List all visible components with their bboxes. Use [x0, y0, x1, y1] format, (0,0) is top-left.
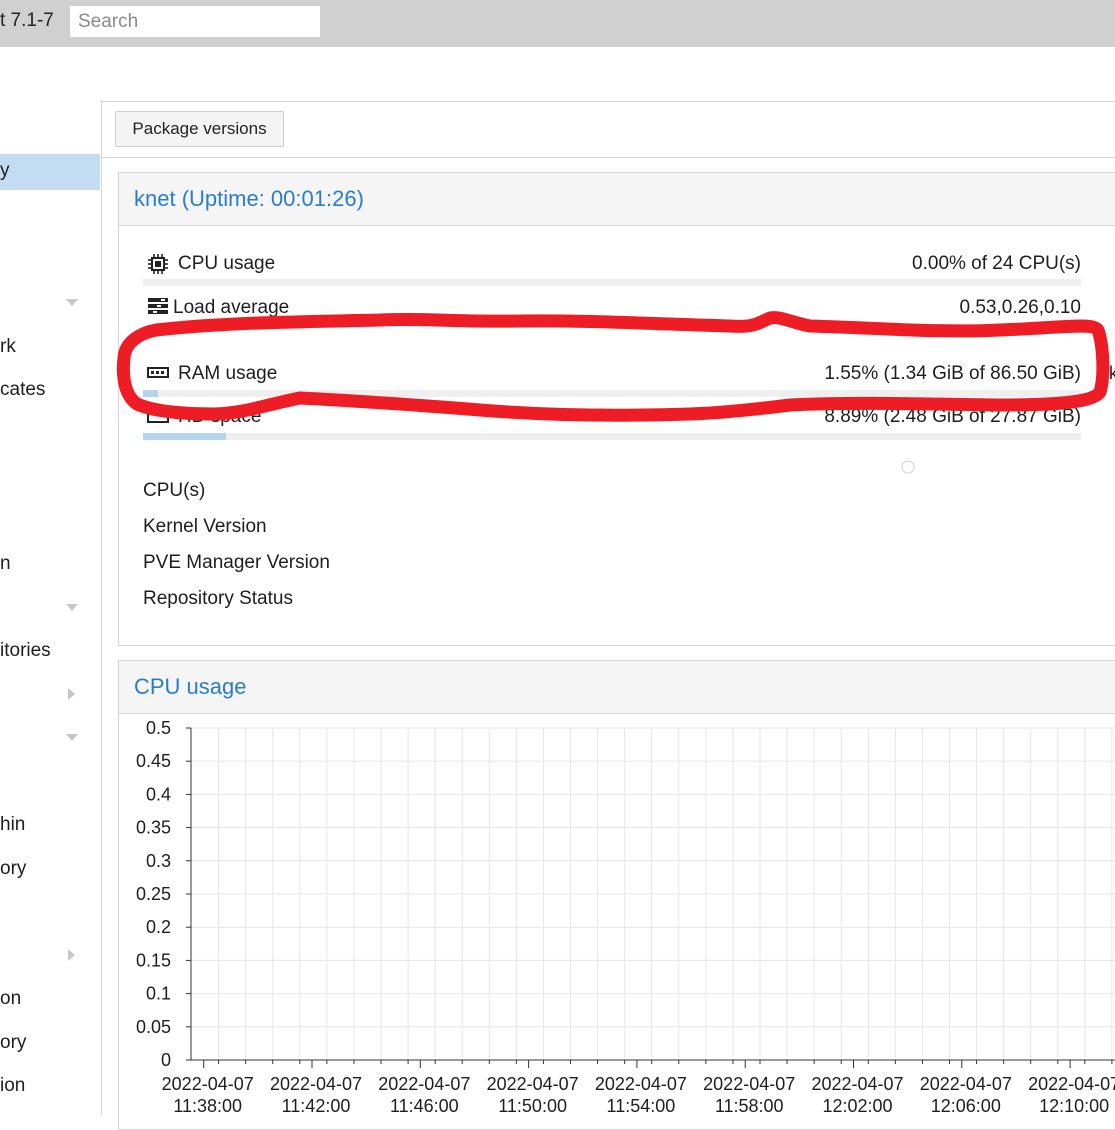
y-tick-label: 0.3	[146, 851, 171, 871]
y-tick-label: 0.05	[136, 1017, 171, 1037]
x-tick-date: 2022-04-07	[1028, 1074, 1115, 1094]
y-tick-label: 0	[161, 1050, 171, 1070]
y-tick-label: 0.25	[136, 884, 171, 904]
y-tick-label: 0.1	[146, 984, 171, 1004]
x-tick-date: 2022-04-07	[920, 1074, 1012, 1094]
x-tick-time: 11:46:00	[390, 1096, 459, 1115]
y-tick-label: 0.2	[146, 917, 171, 937]
x-tick-time: 11:58:00	[715, 1096, 784, 1115]
cpu-usage-chart: 0 0.05 0.1 0.15 0.2 0.25 0.3 0.35 0.4 0.45 0.5 202…	[136, 718, 1115, 1115]
y-tick-label: 0.15	[136, 950, 171, 970]
x-tick-date: 2022-04-07	[487, 1074, 579, 1094]
x-tick-time: 11:42:00	[282, 1096, 351, 1115]
y-axis-ticks: 0 0.05 0.1 0.15 0.2 0.25 0.3 0.35 0.4 0.45 0.5	[136, 718, 171, 1070]
x-tick-date: 2022-04-07	[703, 1074, 795, 1094]
x-tick-time: 12:02:00	[822, 1096, 892, 1115]
x-tick-date: 2022-04-07	[162, 1074, 254, 1094]
x-tick-date: 2022-04-07	[270, 1074, 362, 1094]
x-tick-time: 12:10:00	[1039, 1096, 1109, 1115]
x-tick-date: 2022-04-07	[378, 1074, 470, 1094]
x-tick-time: 11:50:00	[498, 1096, 567, 1115]
chart-grid	[191, 727, 1115, 1060]
y-tick-label: 0.4	[146, 784, 171, 804]
x-tick-time: 11:54:00	[607, 1096, 676, 1115]
y-tick-label: 0.35	[136, 818, 171, 838]
y-tick-label: 0.5	[146, 718, 171, 738]
y-tick-label: 0.45	[136, 751, 171, 771]
x-tick-date: 2022-04-07	[595, 1074, 687, 1094]
chart-axes	[186, 727, 1115, 1068]
x-tick-time: 11:38:00	[173, 1096, 242, 1115]
x-tick-time: 12:06:00	[931, 1096, 1001, 1115]
x-axis-ticks: 2022-04-07 11:38:00 2022-04-07 11:42:00 2022…	[162, 1074, 1115, 1115]
x-tick-date: 2022-04-07	[811, 1074, 903, 1094]
